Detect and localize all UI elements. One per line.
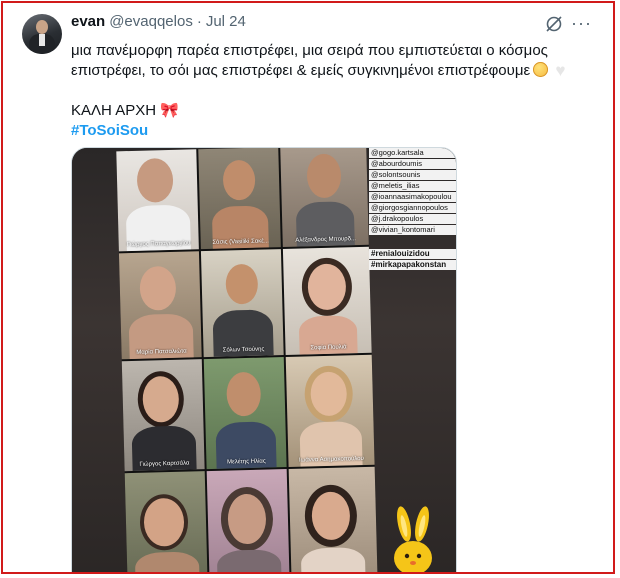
call-body	[216, 549, 282, 572]
heading-text: ΚΑΛΗ ΑΡΧΗ	[71, 102, 157, 119]
mention-tag: @gogo.kartsala	[369, 148, 456, 158]
call-face	[311, 491, 351, 541]
bunny-sticker-icon	[394, 506, 432, 572]
media-image[interactable]: Γιώργος Παπαγεωργίου Σάσις (Vasiliki Σακ…	[71, 147, 457, 572]
author-handle[interactable]: @evaqqelos	[109, 13, 193, 30]
call-face	[222, 159, 256, 201]
mention-tag: @ioannaasimakopoulou	[369, 192, 456, 202]
call-face	[225, 263, 259, 305]
moved-face-emoji	[533, 62, 549, 77]
hashtag-line: #ToSoiSou	[71, 121, 591, 141]
mention-tag: @meletis_ilias	[369, 181, 456, 191]
tweet-text-line1: μια πανέμορφη παρέα επιστρέφει, μια σειρ…	[71, 42, 548, 59]
call-face	[307, 263, 347, 311]
mention-tag: @j.drakopoulos	[369, 214, 456, 224]
call-tile: Μελέτης Ηλίας	[203, 357, 287, 470]
call-face	[310, 371, 348, 417]
more-options-icon[interactable]: ···	[571, 13, 592, 34]
tweet-text-line2: επιστρέφει, το σόι μας επιστρέφει & εμεί…	[71, 62, 531, 79]
separator-dot: ·	[196, 13, 202, 30]
call-tile: Σόλων Τσούνης	[200, 249, 284, 358]
grok-icon[interactable]	[544, 14, 564, 34]
call-face	[306, 153, 342, 199]
mention-tag: @solontsounis	[369, 170, 456, 180]
mention-tags: @gogo.kartsala @abourdoumis @solontsouni…	[369, 148, 456, 271]
mention-tag: @giorgosgiannopoulos	[369, 203, 456, 213]
avatar[interactable]	[22, 14, 62, 54]
call-face	[139, 265, 177, 311]
tweet-text: μια πανέμορφη παρέα επιστρέφει, μια σειρ…	[71, 41, 591, 141]
tweet-text-line2-wrap: επιστρέφει, το σόι μας επιστρέφει & εμεί…	[71, 61, 591, 81]
call-tile: Γιώργος Καρτσάλα	[121, 359, 205, 472]
avatar-shirt	[39, 34, 45, 46]
video-call-grid: Γιώργος Παπαγεωργίου Σάσις (Vasiliki Σακ…	[116, 148, 378, 572]
call-face	[227, 493, 267, 545]
call-tile	[206, 468, 290, 572]
call-tile	[124, 471, 208, 572]
call-tile: Μαρία Πατσαλιώτα	[118, 251, 202, 360]
call-tile: Ιωάννα Ασημακοπούλου	[285, 354, 375, 467]
hashtag-link[interactable]: #ToSoiSou	[71, 122, 148, 139]
mention-tag: #mirkapapakonstan	[369, 260, 456, 270]
mention-tag: @vivian_kontomari	[369, 225, 456, 235]
call-tile: Σοφία Πουλιά	[282, 246, 372, 355]
call-tile: Αλέξανδρος Μπουρδ...	[280, 148, 369, 248]
call-body	[300, 546, 366, 572]
avatar-head	[36, 20, 48, 34]
call-tile: Γιώργος Παπαγεωργίου	[116, 149, 199, 252]
heading-line: ΚΑΛΗ ΑΡΧΗ 🎀	[71, 101, 591, 121]
white-heart-emoji: ♥	[555, 61, 566, 80]
ribbon-emoji: 🎀	[160, 102, 179, 119]
call-face	[136, 157, 174, 203]
tweet-header: evan @evaqqelos · Jul 24	[71, 13, 246, 30]
call-body	[134, 551, 200, 572]
screenshot-frame: evan @evaqqelos · Jul 24 ··· μια πανέμορ…	[1, 1, 615, 574]
call-face	[143, 497, 185, 547]
mention-tag: #renialouizidou	[369, 249, 456, 259]
call-face	[142, 375, 180, 423]
call-face	[226, 371, 262, 417]
mention-tag: @abourdoumis	[369, 159, 456, 169]
call-tile	[288, 466, 378, 572]
tweet-date[interactable]: Jul 24	[206, 13, 246, 30]
call-tile: Σάσις (Vasiliki Σακέ...	[198, 148, 281, 250]
author-name[interactable]: evan	[71, 13, 105, 30]
